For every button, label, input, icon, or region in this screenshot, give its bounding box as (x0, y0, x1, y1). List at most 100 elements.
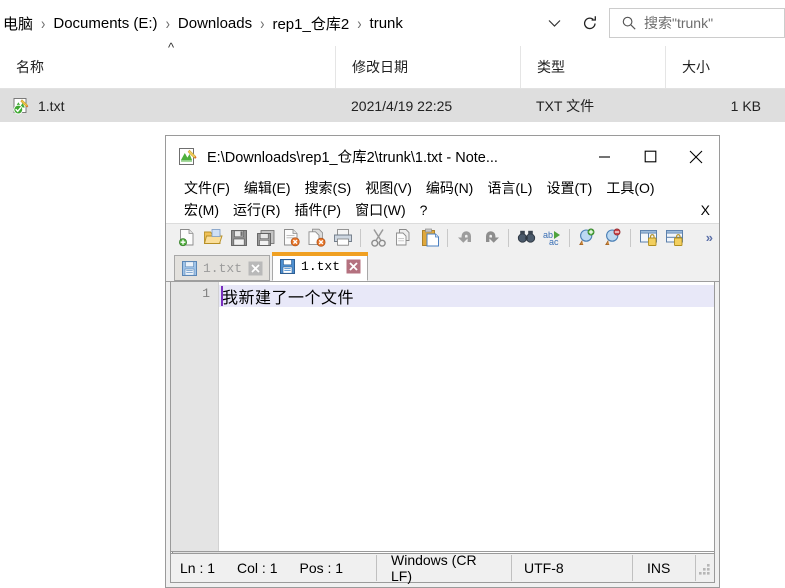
screen: 电脑 › Documents (E:) › Downloads › rep1_仓… (0, 0, 785, 588)
line-number-gutter: 1 (171, 282, 219, 551)
breadcrumb-item-1[interactable]: Documents (E:) (48, 15, 162, 32)
close-button[interactable] (673, 137, 719, 177)
menu-item-help[interactable]: ? (413, 202, 435, 218)
toolbar-overflow-button[interactable]: » (706, 230, 713, 245)
notepadpp-title-bar[interactable]: E:\Downloads\rep1_仓库2\trunk\1.txt - Note… (166, 136, 719, 177)
breadcrumb-item-3[interactable]: rep1_仓库2 (267, 13, 354, 34)
menu-bar: 文件(F) 编辑(E) 搜索(S) 视图(V) 编码(N) 语言(L) 设置(T… (166, 177, 719, 223)
floppy-icon (182, 260, 197, 276)
zoom-out-icon[interactable] (600, 226, 626, 250)
column-header-date-label: 修改日期 (352, 59, 408, 75)
new-file-icon[interactable] (174, 226, 200, 250)
toolbar: ab ac » (166, 223, 719, 251)
notepadpp-window: E:\Downloads\rep1_仓库2\trunk\1.txt - Note… (165, 135, 720, 588)
column-header-size-label: 大小 (682, 59, 710, 75)
refresh-icon (583, 15, 596, 29)
print-icon[interactable] (330, 226, 356, 250)
paste-icon[interactable] (417, 226, 443, 250)
toolbar-separator (630, 228, 631, 247)
file-type-cell: TXT 文件 (536, 97, 595, 114)
menu-item-run[interactable]: 运行(R) (226, 200, 287, 220)
floppy-icon (280, 259, 296, 274)
notepadpp-icon (178, 147, 198, 167)
toolbar-separator (569, 228, 570, 247)
table-row[interactable]: 1.txt 2021/4/19 22:25 TXT 文件 1 KB (0, 89, 785, 122)
breadcrumb-item-0[interactable]: 电脑 (0, 13, 38, 34)
column-header-type-label: 类型 (537, 59, 565, 75)
status-column: Col : 1 (237, 560, 278, 576)
sync-horizontal-icon[interactable] (661, 226, 687, 250)
code-area[interactable]: 我新建了一个文件 (219, 282, 714, 551)
tab-label: 1.txt (203, 260, 243, 276)
search-input[interactable]: 搜索"trunk" (609, 8, 785, 38)
menu-item-plugins[interactable]: 插件(P) (287, 200, 348, 220)
chevron-down-icon (548, 19, 560, 27)
status-position: Ln : 1 Col : 1 Pos : 1 (171, 554, 376, 582)
editor-area[interactable]: 1 我新建了一个文件 (170, 282, 715, 552)
save-all-icon[interactable] (252, 226, 278, 250)
breadcrumb-item-4[interactable]: trunk (365, 15, 408, 32)
breadcrumb[interactable]: 电脑 › Documents (E:) › Downloads › rep1_仓… (0, 8, 408, 38)
column-header-size[interactable]: 大小 (665, 46, 775, 88)
sync-vertical-icon[interactable] (635, 226, 661, 250)
column-header-date[interactable]: 修改日期 (335, 46, 520, 88)
resize-grip[interactable] (696, 554, 714, 582)
menu-item-tools[interactable]: 工具(O) (599, 178, 661, 198)
close-document-button[interactable]: X (701, 202, 719, 218)
close-tab-icon[interactable] (346, 259, 361, 274)
find-icon[interactable] (513, 226, 539, 250)
text-caret (221, 286, 223, 306)
sort-ascending-icon: ^ (168, 40, 175, 55)
tab-label: 1.txt (301, 259, 341, 274)
cut-icon[interactable] (365, 226, 391, 250)
close-file-icon[interactable] (278, 226, 304, 250)
menu-item-search[interactable]: 搜索(S) (298, 178, 359, 198)
replace-icon[interactable]: ab ac (539, 226, 565, 250)
minimize-button[interactable] (581, 137, 627, 177)
search-placeholder: 搜索"trunk" (644, 15, 714, 31)
status-insert-mode: INS (647, 560, 671, 576)
window-title: E:\Downloads\rep1_仓库2\trunk\1.txt - Note… (207, 150, 498, 166)
menu-item-encoding[interactable]: 编码(N) (419, 178, 480, 198)
address-dropdown-button[interactable] (537, 8, 571, 38)
file-date-cell: 2021/4/19 22:25 (351, 97, 453, 114)
menu-item-macro[interactable]: 宏(M) (177, 200, 226, 220)
save-icon[interactable] (226, 226, 252, 250)
editor-line-text: 我新建了一个文件 (222, 290, 355, 307)
editor-line-1[interactable]: 我新建了一个文件 (219, 285, 714, 307)
open-file-icon[interactable] (200, 226, 226, 250)
search-icon (622, 16, 636, 30)
status-eol: Windows (CR LF) (391, 552, 477, 584)
redo-icon[interactable] (478, 226, 504, 250)
menu-item-file[interactable]: 文件(F) (177, 178, 237, 198)
close-all-icon[interactable] (304, 226, 330, 250)
menu-item-language[interactable]: 语言(L) (480, 178, 539, 198)
status-line: Ln : 1 (180, 560, 216, 576)
chevron-right-icon: › (165, 13, 170, 33)
status-encoding: UTF-8 (524, 560, 564, 576)
notepadpp-file-icon (12, 97, 30, 115)
tab-bar: 1.txt 1.txt (166, 251, 719, 282)
menu-item-settings[interactable]: 设置(T) (539, 178, 599, 198)
undo-icon[interactable] (452, 226, 478, 250)
menu-item-edit[interactable]: 编辑(E) (237, 178, 298, 198)
column-header-type[interactable]: 类型 (520, 46, 665, 88)
zoom-in-icon[interactable] (574, 226, 600, 250)
column-header-name[interactable]: 名称 ^ (0, 40, 335, 88)
file-size-cell: 1 KB (730, 97, 761, 114)
tab-1txt-inactive[interactable]: 1.txt (174, 255, 271, 281)
copy-icon[interactable] (391, 226, 417, 250)
file-list-header: 名称 ^ 修改日期 类型 大小 (0, 40, 785, 89)
tab-1txt-active[interactable]: 1.txt (272, 252, 369, 281)
menu-item-window[interactable]: 窗口(W) (348, 200, 413, 220)
breadcrumb-item-2[interactable]: Downloads (173, 15, 257, 32)
close-tab-icon[interactable] (248, 261, 263, 276)
file-name-cell: 1.txt (0, 97, 335, 115)
line-number: 1 (202, 286, 210, 301)
close-icon (689, 150, 703, 163)
chevron-right-icon: › (260, 13, 265, 33)
menu-item-view[interactable]: 视图(V) (358, 178, 419, 198)
chevron-right-icon: › (41, 13, 46, 33)
maximize-button[interactable] (627, 137, 673, 177)
refresh-button[interactable] (571, 8, 609, 38)
